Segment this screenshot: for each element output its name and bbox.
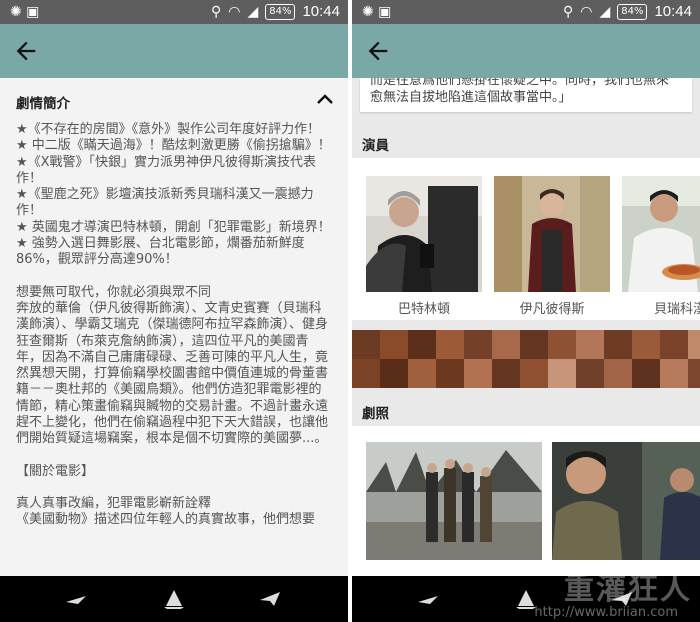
still-photo[interactable] [552, 442, 700, 560]
app-bar [0, 24, 348, 78]
highlight-line: ★ 中二版《瞞天過海》！酷炫刺激更勝《偷拐搶騙》！ [16, 138, 331, 154]
still-photo[interactable] [366, 442, 542, 560]
cast-name: 貝瑞科漢 [653, 302, 700, 317]
watermark-text: 重灌狂人 [564, 572, 692, 607]
collapse-chevron-icon[interactable] [316, 92, 334, 106]
quote-line: 而是往意爲他們懸掛在懷疑之中。同時，我們也無來 [370, 78, 670, 88]
cast-name: 巴特林頓 [397, 302, 450, 317]
highlight-line: ★《聖鹿之死》影壇演技派新秀貝瑞科漢又一震撼力作！ [16, 187, 314, 219]
battery-icon: 84% [617, 3, 648, 20]
review-quote-card: 而是往意爲他們懸掛在懷疑之中。同時，我們也無來 愈無法自拔地陷進這個故事當中。」 [360, 78, 692, 112]
cast-section-title: 演員 [362, 138, 389, 154]
notification-icons: ✺ ▣ [10, 4, 40, 20]
nav-back-icon[interactable] [64, 588, 88, 610]
synopsis-paragraph: 想要無可取代，你就必須與眾不同 奔放的華倫（伊凡彼得斯飾演）、文青史賓賽（貝瑞科… [16, 284, 329, 447]
cast-photo [494, 176, 610, 292]
stills-section-title: 劇照 [362, 406, 389, 422]
nav-back-icon[interactable] [416, 588, 440, 610]
wifi-icon: ◠ [580, 3, 593, 20]
back-arrow-icon[interactable] [364, 37, 392, 65]
location-icon: ⚲ [562, 3, 574, 20]
cast-card[interactable]: 巴特林頓 [366, 176, 482, 317]
signal-icon: ◢ [247, 3, 259, 20]
cast-photo [366, 176, 482, 292]
clock: 10:44 [654, 3, 692, 20]
app-bar [352, 24, 700, 78]
about-heading: 【關於電影】 [16, 463, 95, 479]
cast-card[interactable]: 貝瑞科漢 [622, 176, 700, 317]
clock: 10:44 [302, 3, 340, 20]
status-bar: ✺ ▣ ⚲ ◠ ◢ 84% 10:44 [0, 0, 348, 24]
highlight-line: ★《X戰警》「快銀」實力派男神伊凡彼得斯演技代表作！ [16, 154, 317, 186]
nav-home-icon[interactable] [162, 588, 186, 610]
cast-photo [622, 176, 700, 292]
highlight-line: ★《不存在的房間》《意外》製作公司年度好評力作！ [16, 122, 321, 137]
about-line: 真人真事改編，犯罪電影嶄新詮釋 [16, 495, 212, 511]
wifi-icon: ◠ [228, 3, 241, 20]
cast-screen: ✺ ▣ ⚲ ◠ ◢ 84% 10:44 而是往意爲他們懸掛在懷疑之中。同時，我們… [352, 0, 700, 622]
synopsis-title: 劇情簡介 [16, 96, 70, 112]
signal-icon: ◢ [599, 3, 611, 20]
highlight-line: ★ 英國鬼才導演巴特林頓，開創「犯罪電影」新境界！ [16, 219, 331, 235]
location-icon: ⚲ [210, 3, 222, 20]
nav-recent-icon[interactable] [258, 588, 282, 610]
quote-line: 愈無法自拔地陷進這個故事當中。」 [370, 90, 572, 105]
synopsis-text: ★《不存在的房間》《意外》製作公司年度好評力作！ ★ 中二版《瞞天過海》！酷炫刺… [16, 122, 334, 529]
stills-carousel[interactable] [352, 426, 700, 576]
status-bar: ✺ ▣ ⚲ ◠ ◢ 84% 10:44 [352, 0, 700, 24]
watermark-url: http://www.briian.com [534, 605, 678, 620]
back-arrow-icon[interactable] [12, 37, 40, 65]
cast-carousel[interactable]: 巴特林頓 伊凡彼得斯 貝瑞科漢 [352, 158, 700, 320]
battery-icon: 84% [265, 3, 296, 20]
cast-name: 伊凡彼得斯 [519, 302, 585, 317]
banner-ad[interactable] [352, 330, 700, 388]
synopsis-card: 劇情簡介 ★《不存在的房間》《意外》製作公司年度好評力作！ ★ 中二版《瞞天過海… [0, 78, 348, 576]
cast-card[interactable]: 伊凡彼得斯 [494, 176, 610, 317]
review-quote-text: 而是往意爲他們懸掛在懷疑之中。同時，我們也無來 愈無法自拔地陷進這個故事當中。」 [370, 78, 690, 106]
system-nav-bar [0, 576, 348, 622]
notification-icons: ✺ ▣ [362, 4, 392, 20]
highlight-line: ★ 強勢入選日舞影展、台北電影節，爛番茄新鮮度86%，觀眾評分高達90%！ [16, 236, 305, 268]
synopsis-screen: ✺ ▣ ⚲ ◠ ◢ 84% 10:44 劇情簡介 ★《不存在的房間》《意外》製作… [0, 0, 348, 622]
about-line: 《美國動物》描述四位年輕人的真實故事，他們想要 [16, 512, 316, 528]
